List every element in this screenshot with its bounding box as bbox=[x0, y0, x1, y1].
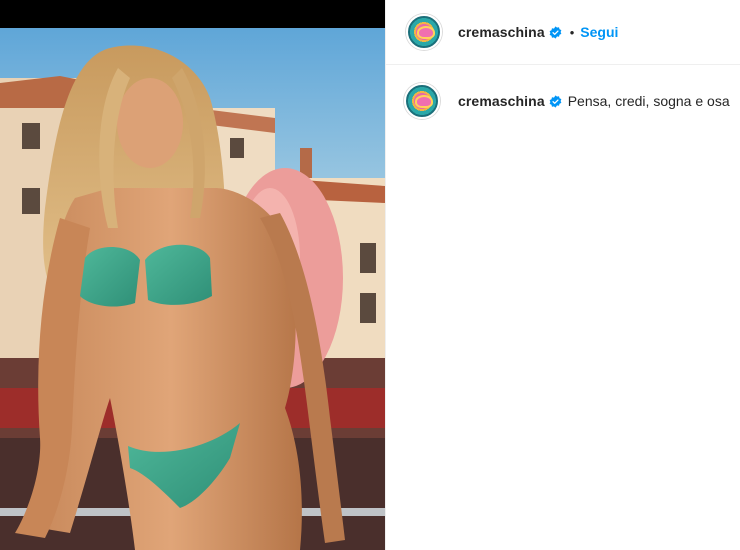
author-avatar[interactable] bbox=[406, 14, 442, 50]
follow-button[interactable]: Segui bbox=[580, 24, 618, 40]
caption-avatar[interactable] bbox=[404, 83, 440, 119]
post-header: cremaschina • Segui bbox=[386, 0, 740, 65]
post-photo[interactable] bbox=[0, 28, 385, 550]
post-sidebar: cremaschina • Segui cremaschina Pensa, c… bbox=[385, 0, 740, 550]
caption-username[interactable]: cremaschina bbox=[458, 93, 545, 109]
media-top-bar bbox=[0, 0, 385, 28]
photo-illustration bbox=[0, 28, 385, 550]
verified-badge-icon bbox=[549, 25, 562, 39]
caption-text: Pensa, credi, sogna e osa bbox=[567, 93, 730, 109]
verified-badge-icon bbox=[549, 94, 562, 108]
header-separator: • bbox=[569, 24, 575, 40]
caption-row: cremaschina Pensa, credi, sogna e osa bbox=[386, 78, 740, 124]
author-username[interactable]: cremaschina bbox=[458, 24, 545, 40]
post-media[interactable] bbox=[0, 0, 385, 550]
